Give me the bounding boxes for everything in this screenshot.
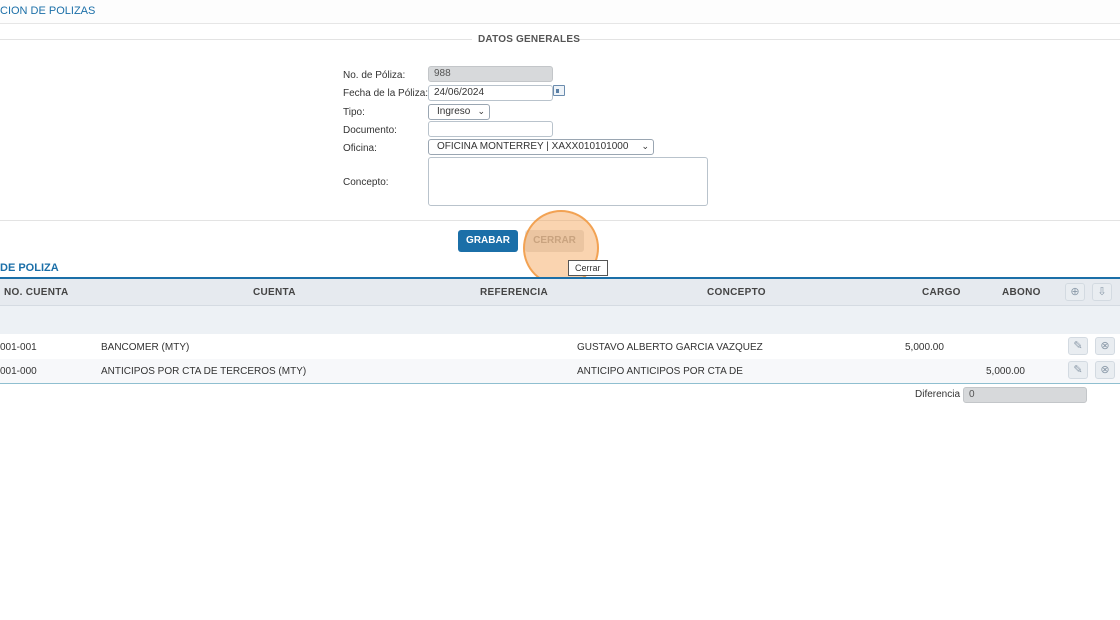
col-header-concepto[interactable]: CONCEPTO (707, 287, 766, 298)
top-bar (0, 0, 1120, 24)
col-header-referencia[interactable]: REFERENCIA (480, 287, 548, 298)
cell-concepto: GUSTAVO ALBERTO GARCIA VAZQUEZ (577, 342, 763, 353)
cell-cuenta: BANCOMER (MTY) (101, 342, 190, 353)
edit-icon: ✎ (1073, 340, 1083, 352)
close-circle-icon: ⊗ (1100, 364, 1110, 376)
poliza-label: No. de Póliza: (343, 70, 406, 81)
chevron-down-icon: ⌄ (641, 141, 649, 151)
cell-cargo: 5,000.00 (905, 342, 944, 353)
grid-header: NO. CUENTA CUENTA REFERENCIA CONCEPTO CA… (0, 279, 1120, 306)
grid-bottom-border (0, 383, 1120, 384)
delete-row-button[interactable]: ⊗ (1095, 361, 1115, 379)
oficina-select[interactable]: OFICINA MONTERREY | XAXX010101000 ⌄ (428, 139, 654, 155)
cell-concepto: ANTICIPO ANTICIPOS POR CTA DE (577, 366, 743, 377)
cell-no-cuenta: 001-001 (0, 342, 37, 353)
col-header-cuenta[interactable]: CUENTA (253, 287, 296, 298)
documento-label: Documento: (343, 125, 397, 136)
poliza-number-field: 988 (428, 66, 553, 82)
fecha-label: Fecha de la Póliza: (343, 88, 429, 99)
tipo-select-value: Ingreso (437, 106, 471, 117)
export-button[interactable]: ⇩ (1092, 283, 1112, 301)
section-title: DE POLIZA (0, 262, 59, 274)
cerrar-tooltip: Cerrar (568, 260, 608, 276)
concepto-textarea[interactable] (428, 157, 708, 206)
cell-no-cuenta: 001-000 (0, 366, 37, 377)
delete-row-button[interactable]: ⊗ (1095, 337, 1115, 355)
grabar-button[interactable]: GRABAR (458, 230, 518, 252)
diferencia-label: Diferencia (915, 389, 961, 400)
page-title: CION DE POLIZAS (0, 5, 96, 17)
edit-row-button[interactable]: ✎ (1068, 337, 1088, 355)
add-row-button[interactable]: ⊕ (1065, 283, 1085, 301)
col-header-cargo[interactable]: CARGO (922, 287, 961, 298)
cell-abono: 5,000.00 (986, 366, 1025, 377)
documento-field[interactable] (428, 121, 553, 137)
fecha-field[interactable]: 24/06/2024 (428, 85, 553, 101)
calendar-icon[interactable] (553, 85, 565, 96)
edit-icon: ✎ (1073, 364, 1083, 376)
chevron-down-icon: ⌄ (477, 106, 485, 116)
download-icon: ⇩ (1097, 286, 1107, 298)
tipo-label: Tipo: (343, 107, 365, 118)
diferencia-field: 0 (963, 387, 1087, 403)
oficina-label: Oficina: (343, 143, 377, 154)
col-header-no-cuenta[interactable]: NO. CUENTA (4, 287, 68, 298)
col-header-abono[interactable]: ABONO (1002, 287, 1041, 298)
fieldset-legend: DATOS GENERALES (478, 34, 581, 45)
fieldset-border-right (576, 39, 1120, 40)
close-circle-icon: ⊗ (1100, 340, 1110, 352)
plus-circle-icon: ⊕ (1070, 286, 1080, 298)
concepto-label: Concepto: (343, 177, 389, 188)
table-row[interactable]: 001-001 BANCOMER (MTY) GUSTAVO ALBERTO G… (0, 335, 1120, 359)
cell-cuenta: ANTICIPOS POR CTA DE TERCEROS (MTY) (101, 366, 307, 377)
edit-row-button[interactable]: ✎ (1068, 361, 1088, 379)
oficina-select-value: OFICINA MONTERREY | XAXX010101000 (437, 141, 629, 152)
tipo-select[interactable]: Ingreso ⌄ (428, 104, 490, 120)
fieldset-border-left (0, 39, 472, 40)
table-row[interactable]: 001-000 ANTICIPOS POR CTA DE TERCEROS (M… (0, 359, 1120, 383)
grid-filter-row (0, 306, 1120, 334)
